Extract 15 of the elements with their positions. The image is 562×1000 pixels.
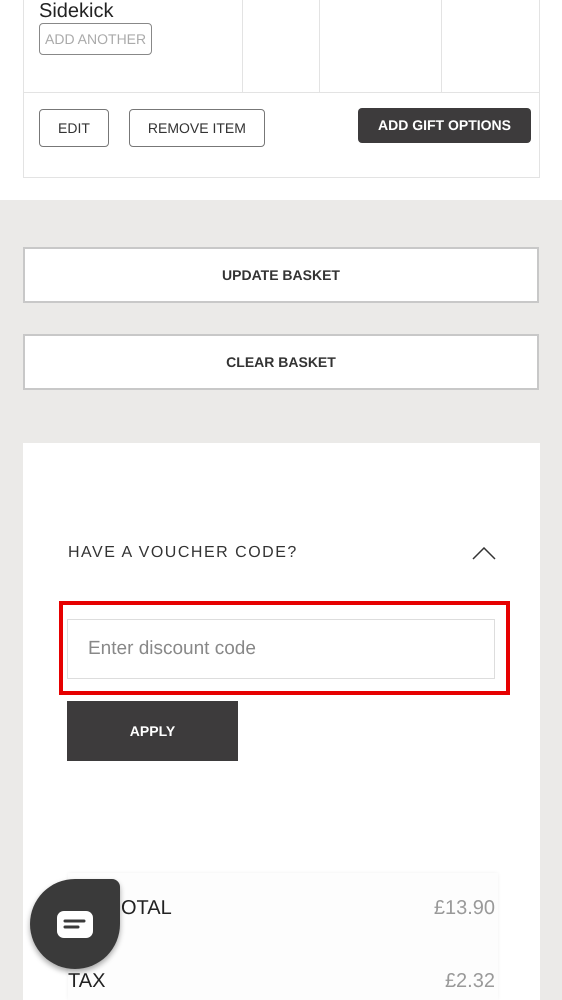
remove-item-button[interactable]: REMOVE ITEM	[128, 109, 265, 147]
discount-code-field[interactable]: Enter discount code	[67, 619, 495, 679]
voucher-title: HAVE A VOUCHER CODE?	[68, 543, 298, 563]
product-name: Sidekick	[39, 1, 114, 21]
gift-options-button[interactable]: ADD GIFT OPTIONS	[358, 108, 531, 142]
apply-button[interactable]: APPLY	[67, 701, 238, 761]
total-amount: £13.90	[434, 896, 495, 921]
update-basket-button[interactable]: UPDATE BASKET	[23, 247, 539, 303]
chat-icon	[57, 910, 93, 938]
total-label: OTAL	[120, 896, 172, 921]
edit-button[interactable]: EDIT	[39, 109, 109, 147]
total-amount: £2.32	[444, 969, 495, 994]
total-label: TAX	[68, 969, 106, 994]
chevron-up-icon[interactable]	[472, 546, 496, 560]
clear-basket-button[interactable]: CLEAR BASKET	[23, 334, 539, 390]
